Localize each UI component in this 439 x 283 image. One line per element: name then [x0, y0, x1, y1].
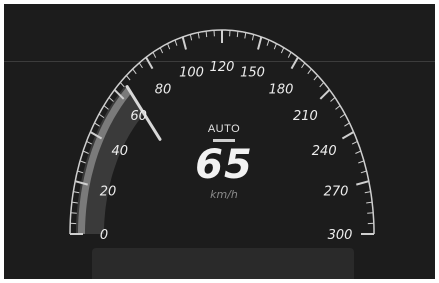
minor-tick [280, 47, 285, 54]
minor-tick [358, 160, 365, 164]
minor-tick [330, 97, 336, 102]
minor-tick [355, 150, 362, 154]
major-tick [145, 56, 154, 70]
minor-tick [307, 68, 312, 75]
minor-tick [167, 43, 171, 50]
minor-tick [251, 34, 255, 41]
minor-tick [236, 31, 239, 38]
bottom-info-panel [92, 248, 354, 279]
minor-tick [313, 75, 319, 81]
minor-tick [266, 39, 270, 46]
major-tick [257, 36, 263, 50]
tick-label-120: 120 [210, 60, 235, 75]
minor-tick [197, 32, 200, 39]
tick-label-270: 270 [324, 185, 349, 200]
speed-readout: 65 [195, 142, 253, 188]
minor-tick [335, 105, 341, 110]
minor-tick [367, 212, 374, 214]
tick-label-80: 80 [155, 83, 172, 98]
minor-tick [205, 31, 208, 38]
minor-tick [79, 160, 86, 164]
minor-tick [344, 122, 350, 127]
tick-label-240: 240 [312, 144, 337, 159]
minor-tick [351, 140, 358, 145]
instrument-cluster-screen: 0 20 40 60 80 100 120 150 180 210 240 270 300 AUTO 6… [4, 4, 435, 279]
tick-label-300: 300 [328, 228, 353, 243]
tick-label-180: 180 [269, 83, 294, 98]
minor-tick [287, 51, 292, 58]
major-tick [290, 56, 299, 70]
tick-label-100: 100 [179, 66, 204, 81]
minor-tick [301, 62, 306, 69]
minor-tick [138, 62, 143, 69]
minor-tick [132, 68, 137, 75]
minor-tick [364, 191, 371, 194]
major-tick [181, 36, 187, 50]
tick-label-210: 210 [293, 109, 318, 124]
minor-tick [159, 47, 164, 54]
major-tick [356, 180, 370, 186]
minor-tick [189, 34, 193, 41]
minor-tick [86, 140, 93, 145]
minor-tick [70, 212, 77, 214]
tick-label-40: 40 [112, 144, 129, 159]
minor-tick [273, 43, 277, 50]
minor-tick [319, 82, 325, 88]
minor-tick [244, 32, 247, 39]
minor-tick [360, 170, 367, 174]
minor-tick [339, 113, 346, 119]
minor-tick [174, 39, 178, 46]
minor-tick [94, 122, 100, 127]
minor-tick [77, 170, 84, 174]
tick-label-0: 0 [100, 228, 108, 243]
minor-tick [119, 82, 125, 88]
minor-tick [108, 97, 114, 102]
tick-label-20: 20 [100, 185, 117, 200]
major-tick [319, 89, 331, 100]
cruise-mode-label: AUTO [207, 123, 241, 135]
tick-label-60: 60 [130, 109, 147, 124]
tick-label-150: 150 [240, 66, 265, 81]
speed-fill-band [76, 85, 145, 234]
major-tick [341, 131, 355, 140]
minor-tick [98, 113, 105, 119]
minor-tick [73, 191, 80, 194]
minor-tick [152, 51, 157, 58]
minor-tick [125, 75, 131, 81]
minor-tick [71, 201, 78, 204]
speed-unit: km/h [210, 188, 238, 201]
minor-tick [366, 201, 373, 204]
minor-tick [82, 150, 89, 154]
minor-tick [103, 105, 109, 110]
